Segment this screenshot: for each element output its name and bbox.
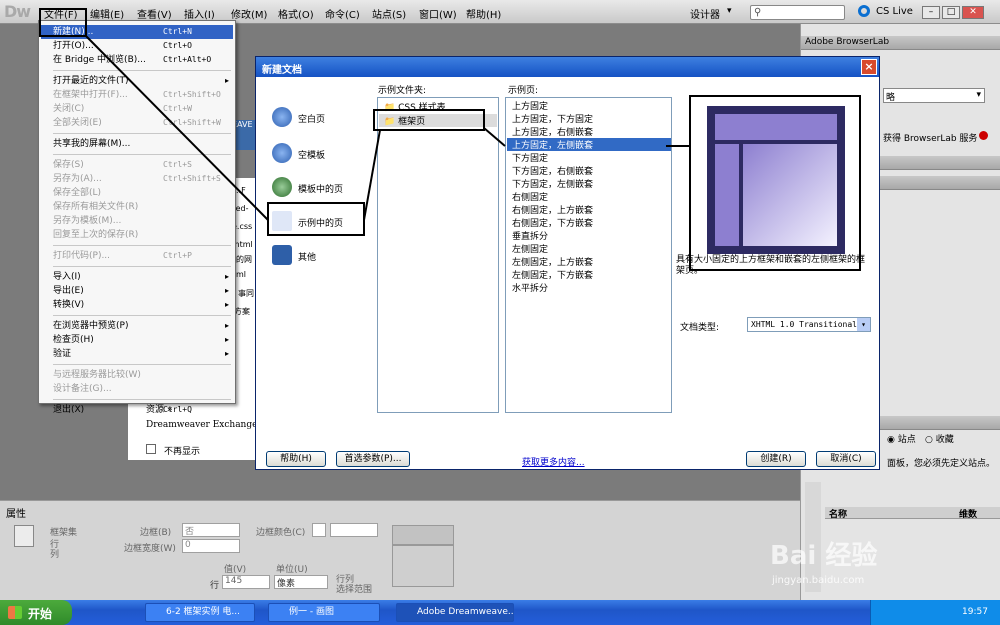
windows-logo-icon xyxy=(8,606,22,619)
task-button[interactable]: 例一 - 画图 xyxy=(268,603,380,622)
annotation-box xyxy=(267,202,365,236)
annotation-box xyxy=(373,109,485,131)
clock: 19:57 xyxy=(962,607,988,617)
task-button[interactable]: 6-2 框架实例 电... xyxy=(145,603,255,622)
watermark-url: jingyan.baidu.com xyxy=(772,575,865,586)
annotation-arrow xyxy=(483,127,506,147)
task-button-active[interactable]: Adobe Dreamweave... xyxy=(396,603,514,622)
annotation-box xyxy=(689,95,861,271)
annotation-box xyxy=(39,8,87,37)
start-button[interactable]: 开始 xyxy=(0,600,72,625)
annotation-overlay xyxy=(39,8,861,271)
annotation-arrow xyxy=(85,35,269,221)
annotation-arrow xyxy=(363,129,381,221)
watermark: Bai 经验 xyxy=(770,541,878,571)
